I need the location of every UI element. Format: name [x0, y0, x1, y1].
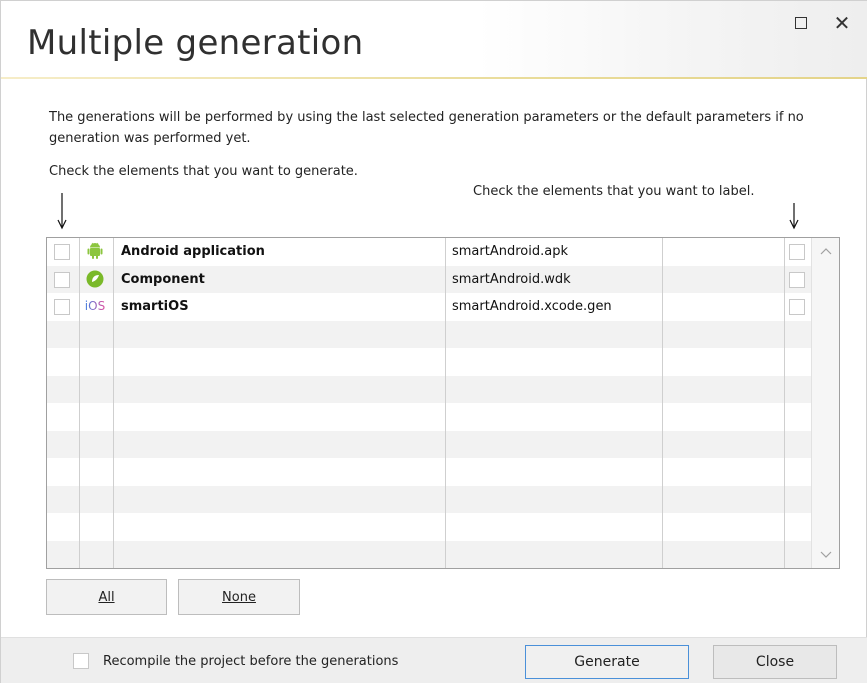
recompile-label: Recompile the project before the generat…: [103, 654, 399, 669]
element-name: smartiOS: [121, 299, 189, 314]
close-window-button[interactable]: ✕: [827, 11, 857, 35]
arrow-down-icon: [57, 193, 67, 230]
close-button[interactable]: Close: [713, 645, 837, 679]
footer-bar: Recompile the project before the generat…: [1, 637, 867, 683]
column-divider: [784, 238, 785, 568]
vertical-scrollbar[interactable]: [811, 238, 839, 568]
select-none-button[interactable]: None: [178, 579, 300, 615]
label-hint: Check the elements that you want to labe…: [473, 184, 755, 199]
column-divider: [79, 238, 80, 568]
generate-checkbox[interactable]: [54, 299, 70, 315]
column-divider: [662, 238, 663, 568]
generation-grid: Android application smartAndroid.apk Com…: [46, 237, 840, 569]
select-all-button[interactable]: All: [46, 579, 167, 615]
generate-hint: Check the elements that you want to gene…: [49, 164, 358, 179]
close-label: Close: [755, 654, 795, 670]
column-divider: [113, 238, 114, 568]
generate-button[interactable]: Generate: [525, 645, 689, 679]
chevron-up-icon[interactable]: [819, 246, 833, 256]
element-name: Component: [121, 271, 205, 287]
component-icon: [86, 270, 104, 288]
recompile-checkbox[interactable]: [73, 653, 89, 669]
android-icon: [86, 242, 104, 260]
grid-stripe: [47, 320, 811, 348]
label-checkbox[interactable]: [789, 271, 805, 288]
grid-stripe: [47, 540, 811, 568]
dialog-title: Multiple generation: [27, 23, 364, 63]
grid-stripe: [47, 430, 811, 458]
arrow-down-icon: [789, 203, 799, 230]
element-file: smartAndroid.xcode.gen: [452, 299, 612, 314]
ios-icon: iOS: [83, 297, 107, 315]
select-all-label: All: [98, 589, 115, 605]
maximize-button[interactable]: [786, 11, 816, 35]
description-text: The generations will be performed by usi…: [49, 110, 804, 146]
select-none-label: None: [222, 589, 256, 605]
close-icon: ✕: [833, 11, 851, 35]
grid-stripe: [47, 375, 811, 403]
element-file: smartAndroid.wdk: [452, 271, 571, 287]
generate-label: Generate: [574, 654, 640, 670]
label-checkbox[interactable]: [789, 244, 805, 260]
element-file: smartAndroid.apk: [452, 244, 568, 259]
generate-checkbox[interactable]: [54, 271, 70, 288]
title-bar: Multiple generation ✕: [1, 1, 867, 79]
generate-checkbox[interactable]: [54, 244, 70, 260]
column-divider: [445, 238, 446, 568]
ios-icon-text: iOS: [84, 299, 106, 313]
chevron-down-icon[interactable]: [819, 550, 833, 560]
dialog-window: Multiple generation ✕ The generations wi…: [0, 0, 867, 683]
grid-stripe: [47, 485, 811, 513]
maximize-icon: [795, 17, 807, 29]
label-checkbox[interactable]: [789, 299, 805, 315]
element-name: Android application: [121, 244, 265, 259]
